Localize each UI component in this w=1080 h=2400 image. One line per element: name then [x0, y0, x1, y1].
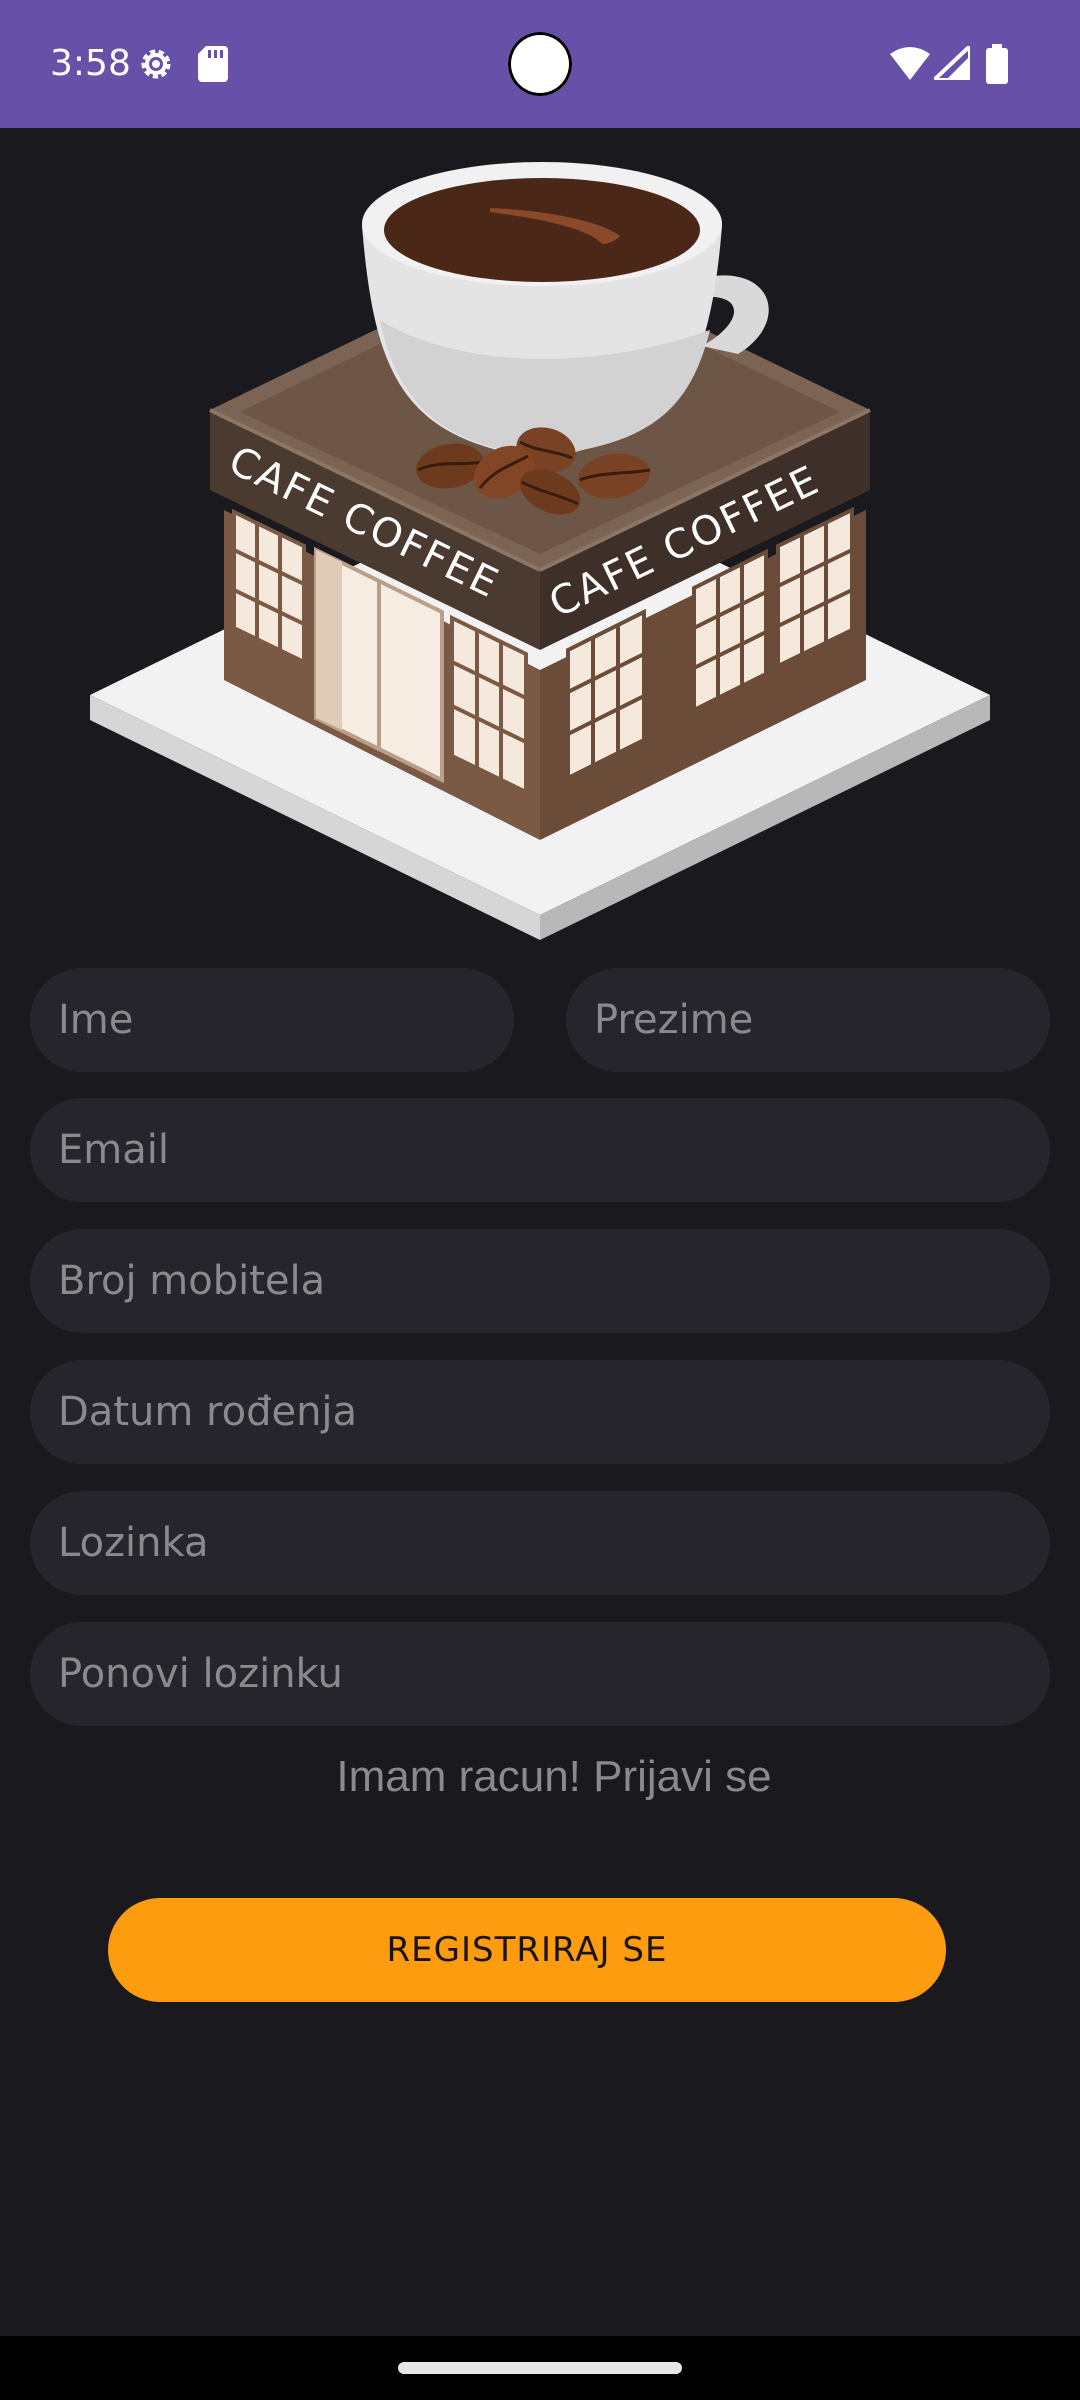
gear-icon: [136, 44, 176, 88]
phone-input[interactable]: [30, 1229, 1050, 1333]
wifi-icon: [890, 46, 930, 84]
sd-card-icon: [198, 46, 228, 86]
status-time: 3:58: [50, 43, 131, 84]
cafe-building-illustration: CAFE COFFEE CAFE COFFEE: [90, 162, 990, 940]
first-name-input[interactable]: [30, 968, 514, 1072]
password-input[interactable]: [30, 1491, 1050, 1595]
repeat-password-input[interactable]: [30, 1622, 1050, 1726]
cellular-signal-icon: [928, 41, 972, 84]
home-indicator[interactable]: [398, 2362, 682, 2374]
battery-icon: [986, 44, 1008, 88]
birthdate-input[interactable]: [30, 1360, 1050, 1464]
last-name-input[interactable]: [566, 968, 1050, 1072]
camera-cutout: [508, 32, 572, 96]
email-input[interactable]: [30, 1098, 1050, 1202]
login-link[interactable]: Imam racun! Prijavi se: [0, 1752, 1080, 1802]
status-bar: 3:58: [0, 0, 1080, 128]
register-button[interactable]: REGISTRIRAJ SE: [108, 1898, 946, 2002]
